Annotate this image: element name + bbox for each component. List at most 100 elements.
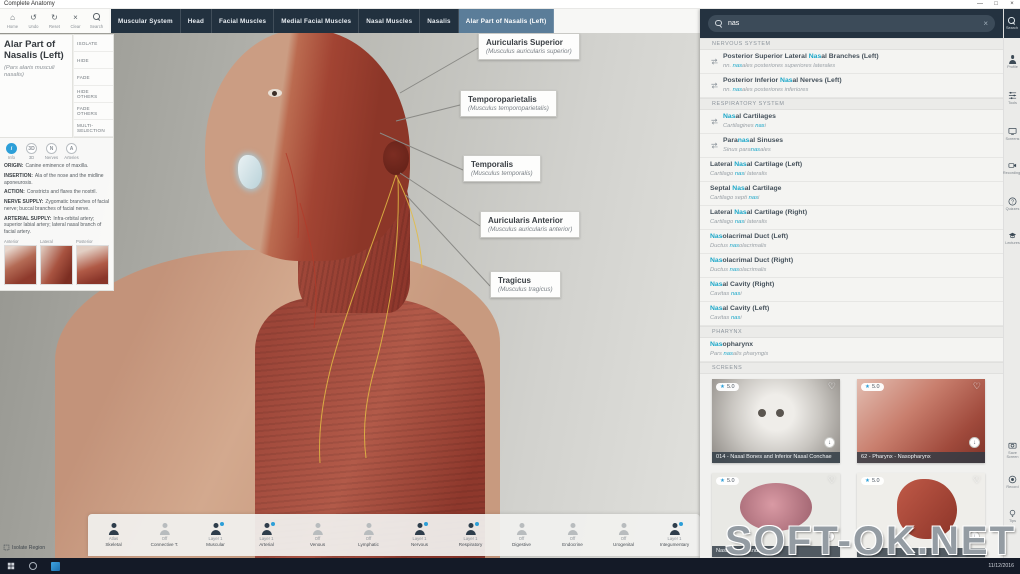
tab-medial-facial-muscles[interactable]: Medial Facial Muscles	[274, 9, 359, 33]
rail-quizzes-button[interactable]: ? Quizzes	[1004, 197, 1020, 211]
screen-card[interactable]: ★5.0 ♡ ↓ 62 - Pharynx - Nasopharynx	[857, 379, 985, 463]
download-icon[interactable]: ↓	[969, 437, 980, 448]
taskbar-app-button[interactable]	[44, 558, 66, 574]
download-icon[interactable]: ↓	[824, 437, 835, 448]
system-toggle-endocrine[interactable]: Off Endocrine	[547, 514, 598, 556]
rail-save-screen-button[interactable]: Save Screen	[1004, 441, 1020, 459]
search-result[interactable]: Nasal Cavity (Left) Cavitas nasi	[700, 302, 1003, 326]
label-auricularis-superior[interactable]: Auricularis Superior (Musculus auricular…	[478, 33, 580, 60]
start-button[interactable]	[0, 558, 22, 574]
mode-3d[interactable]: 3D 3D	[24, 143, 39, 160]
menu-hide[interactable]: HIDE	[74, 52, 113, 69]
search-result[interactable]: Lateral Nasal Cartilage (Right) Cartilag…	[700, 206, 1003, 230]
mode-arteries[interactable]: A Arteries	[64, 143, 79, 160]
view-thumb-anterior[interactable]: Anterior	[4, 239, 37, 285]
record-icon	[1008, 475, 1017, 484]
taskbar-clock: 11/12/2016	[988, 563, 1014, 569]
system-toggle-skeletal[interactable]: Atlas Skeletal	[88, 514, 139, 556]
person-icon	[414, 523, 426, 535]
star-icon: ★	[865, 384, 870, 390]
system-toggle-muscular[interactable]: Layer 1 Muscular	[190, 514, 241, 556]
menu-multi-selection[interactable]: MULTI-SELECTION	[74, 120, 113, 137]
search-input[interactable]: nas ×	[708, 15, 995, 32]
search-result[interactable]: Septal Nasal Cartilage Cartilago septi n…	[700, 182, 1003, 206]
system-toggle-nervous[interactable]: Layer 1 Nervous	[394, 514, 445, 556]
model-head	[205, 33, 410, 261]
reset-button[interactable]: ↻ Reset	[45, 13, 64, 29]
mode-info[interactable]: i Info	[4, 143, 19, 160]
mode-nerves[interactable]: N Nerves	[44, 143, 59, 160]
system-toggle-integumentary[interactable]: Layer 1 Integumentary	[649, 514, 700, 556]
person-icon	[567, 523, 579, 535]
search-result[interactable]: Nasolacrimal Duct (Left) Ductus nasolacr…	[700, 230, 1003, 254]
label-tragicus[interactable]: Tragicus (Musculus tragicus)	[490, 271, 561, 298]
active-badge	[220, 522, 224, 526]
search-result[interactable]: Posterior Inferior Nasal Nerves (Left) n…	[700, 74, 1003, 98]
info-icon: i	[6, 143, 17, 154]
system-toggle-digestive[interactable]: Off Digestive	[496, 514, 547, 556]
tab-head[interactable]: Head	[181, 9, 212, 33]
rail-search-button[interactable]: Search	[1004, 9, 1020, 38]
clear-button[interactable]: × Clear	[66, 13, 85, 29]
tab-facial-muscles[interactable]: Facial Muscles	[212, 9, 274, 33]
home-icon: ⌂	[10, 13, 15, 23]
search-result[interactable]: Nasolacrimal Duct (Right) Ductus nasolac…	[700, 254, 1003, 278]
windows-taskbar: 11/12/2016	[0, 558, 1020, 574]
search-result[interactable]: Nasopharynx Pars nasalis pharyngis	[700, 338, 1003, 362]
minimize-button[interactable]: —	[972, 0, 988, 8]
tab-muscular-system[interactable]: Muscular System	[111, 9, 181, 33]
menu-fade[interactable]: FADE	[74, 69, 113, 86]
clear-search-icon[interactable]: ×	[983, 20, 988, 28]
action-text: ACTION:Constricts and flares the nostril…	[4, 189, 109, 196]
home-button[interactable]: ⌂ Home	[3, 13, 22, 29]
system-toggle-venous[interactable]: Off Venous	[292, 514, 343, 556]
section-header-nervous: NERVOUS SYSTEM	[700, 38, 1003, 50]
favorite-icon[interactable]: ♡	[828, 381, 836, 392]
favorite-icon[interactable]: ♡	[973, 381, 981, 392]
model-selected-nasalis[interactable]	[238, 155, 262, 189]
tab-nasal-muscles[interactable]: Nasal Muscles	[359, 9, 420, 33]
rating-chip: ★5.0	[861, 383, 884, 391]
windows-logo-icon	[7, 562, 15, 570]
rail-recordings-button[interactable]: Recordings	[1004, 161, 1020, 175]
menu-hide-others[interactable]: HIDE OTHERS	[74, 86, 113, 103]
taskbar-search-button[interactable]	[22, 558, 44, 574]
menu-isolate[interactable]: ISOLATE	[74, 35, 113, 52]
isolate-region-button[interactable]: Isolate Region	[3, 544, 45, 551]
view-thumb-lateral[interactable]: Lateral	[40, 239, 73, 285]
rail-tools-button[interactable]: Tools	[1004, 91, 1020, 105]
favorite-icon[interactable]: ♡	[828, 475, 836, 486]
label-temporalis[interactable]: Temporalis (Musculus temporalis)	[463, 155, 541, 182]
reset-icon: ↻	[51, 13, 58, 23]
rating-chip: ★5.0	[716, 383, 739, 391]
maximize-button[interactable]: □	[988, 0, 1004, 8]
menu-fade-others[interactable]: FADE OTHERS	[74, 103, 113, 120]
label-temporoparietalis[interactable]: Temporoparietalis (Musculus temporoparie…	[460, 90, 557, 117]
toolbar-search-button[interactable]: Search	[87, 13, 106, 29]
tools-icon	[1008, 91, 1017, 100]
structure-action-menu: ISOLATE HIDE FADE HIDE OTHERS FADE OTHER…	[73, 34, 114, 138]
undo-button[interactable]: ↺ Undo	[24, 13, 43, 29]
system-toggle-urogenital[interactable]: Off Urogenital	[598, 514, 649, 556]
system-toggle-connective[interactable]: Off Connective T.	[139, 514, 190, 556]
rail-record-button[interactable]: Record	[1004, 475, 1020, 489]
rail-screens-button[interactable]: Screens	[1004, 127, 1020, 141]
system-toggle-respiratory[interactable]: Layer 1 Respiratory	[445, 514, 496, 556]
system-toggle-lymphatic[interactable]: Off Lymphatic	[343, 514, 394, 556]
rail-profile-button[interactable]: Profile	[1004, 55, 1020, 69]
close-button[interactable]: ×	[1004, 0, 1020, 8]
label-title: Tragicus	[498, 276, 553, 285]
search-result[interactable]: Nasal Cavity (Right) Cavitas nasi	[700, 278, 1003, 302]
tab-alar-part-of-nasalis[interactable]: Alar Part of Nasalis (Left)	[459, 9, 555, 33]
rail-lectures-button[interactable]: Lectures	[1004, 231, 1020, 245]
search-result[interactable]: Lateral Nasal Cartilage (Left) Cartilago…	[700, 158, 1003, 182]
screen-card[interactable]: ★5.0 ♡ ↓ 014 - Nasal Bones and Inferior …	[712, 379, 840, 463]
tab-nasalis[interactable]: Nasalis	[420, 9, 458, 33]
search-result[interactable]: Paranasal Sinuses Sinus paranasales	[700, 134, 1003, 158]
system-toggle-arterial[interactable]: Layer 1 Arterial	[241, 514, 292, 556]
label-auricularis-anterior[interactable]: Auricularis Anterior (Musculus auricular…	[480, 211, 580, 238]
search-result[interactable]: Nasal Cartilages Cartilagines nasi	[700, 110, 1003, 134]
view-thumb-posterior[interactable]: Posterior	[76, 239, 109, 285]
search-result[interactable]: Posterior Superior Lateral Nasal Branche…	[700, 50, 1003, 74]
favorite-icon[interactable]: ♡	[973, 475, 981, 486]
